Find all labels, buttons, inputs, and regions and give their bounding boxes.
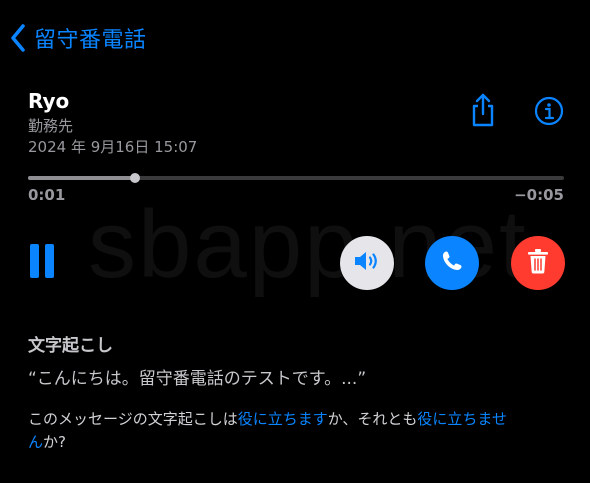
share-button[interactable] <box>466 93 500 131</box>
transcript-text: “こんにちは。留守番電話のテストです。...” <box>28 369 367 389</box>
voicemail-date: 2024 年 9月16日 15:07 <box>28 138 198 156</box>
info-button[interactable] <box>532 96 566 130</box>
speaker-button[interactable] <box>340 236 394 290</box>
transcript-feedback: このメッセージの文字起こしは役に立ちますか、それとも役に立ちませんか? <box>28 408 518 454</box>
chevron-left-icon <box>10 24 26 52</box>
transcript-title: 文字起こし <box>28 336 113 356</box>
info-icon <box>534 96 564 130</box>
playback-scrubber[interactable] <box>28 173 564 183</box>
caller-label: 勤務先 <box>28 117 74 135</box>
back-button[interactable]: 留守番電話 <box>10 20 147 56</box>
share-icon <box>469 93 497 131</box>
playback-scrubber-knob[interactable] <box>130 173 140 183</box>
delete-button[interactable] <box>511 236 565 290</box>
elapsed-time: 0:01 <box>28 186 66 204</box>
feedback-middle: か、それとも <box>327 410 418 428</box>
call-back-button[interactable] <box>425 236 479 290</box>
voicemail-detail-screen: 留守番電話 Ryo 勤務先 2024 年 9月16日 15:07 0:01 −0… <box>0 0 590 483</box>
feedback-prefix: このメッセージの文字起こしは <box>28 410 238 428</box>
pause-button[interactable] <box>30 244 58 278</box>
trash-icon <box>527 248 549 278</box>
remaining-time: −0:05 <box>514 186 564 204</box>
speaker-icon <box>352 249 382 277</box>
useful-link[interactable]: 役に立ちます <box>238 410 328 428</box>
caller-name: Ryo <box>28 89 70 113</box>
feedback-suffix: か? <box>43 433 66 451</box>
playback-progress-fill <box>28 176 135 180</box>
phone-icon <box>440 249 464 277</box>
back-button-label: 留守番電話 <box>34 28 147 53</box>
